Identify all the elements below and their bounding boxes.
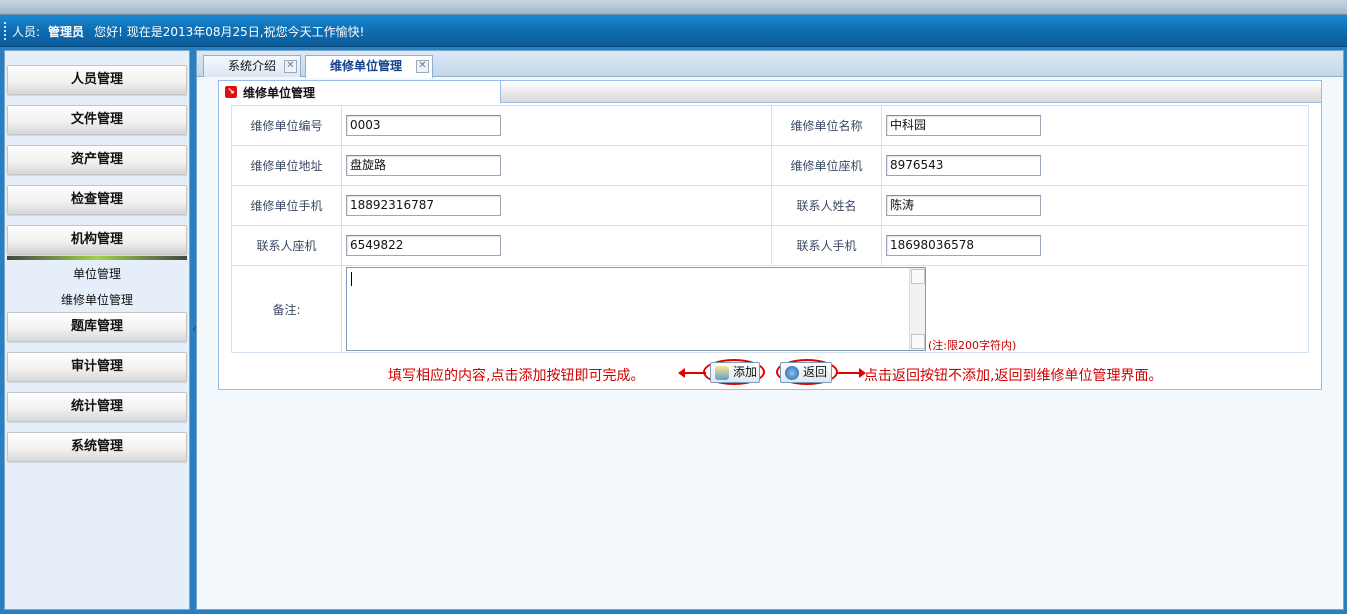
landline-label: 维修单位座机	[771, 145, 882, 186]
menu-inspection[interactable]: 检查管理	[7, 185, 187, 215]
remark-hint: (注:限200字符内)	[928, 339, 1017, 352]
text-caret	[351, 272, 352, 286]
tab-repair-unit-management[interactable]: 维修单位管理 ✕	[305, 55, 433, 78]
back-icon	[785, 366, 799, 380]
panel-title: 维修单位管理	[243, 86, 316, 100]
mobile-label: 维修单位手机	[231, 185, 342, 226]
user-name: 管理员	[48, 25, 85, 39]
user-greeting: 人员: 管理员 您好! 现在是2013年08月25日,祝您今天工作愉快!	[12, 23, 364, 40]
annotation-back: 点击返回按钮不添加,返回到维修单位管理界面。	[864, 368, 1163, 384]
annotation-add: 填写相应的内容,点击添加按钮即可完成。	[388, 368, 645, 384]
menu-system[interactable]: 系统管理	[7, 432, 187, 462]
tab-system-intro[interactable]: 系统介绍 ✕	[203, 55, 301, 77]
header-bar: 人员: 管理员 您好! 现在是2013年08月25日,祝您今天工作愉快!	[0, 15, 1347, 47]
tab-label: 系统介绍	[228, 59, 277, 73]
panel-header: ↘ 维修单位管理	[219, 81, 1321, 103]
repair-unit-form: 维修单位编号 0003 维修单位名称 中科园 维修单位地址 盘旋路 维修单位座机…	[231, 105, 1309, 353]
user-prefix: 人员:	[12, 25, 41, 39]
sub-item-unit[interactable]: 单位管理	[7, 265, 187, 282]
address-label: 维修单位地址	[231, 145, 342, 186]
sidebar: 人员管理 文件管理 资产管理 检查管理 机构管理 单位管理 维修单位管理 题库管…	[4, 50, 190, 610]
remark-label: 备注:	[231, 265, 342, 353]
name-label: 维修单位名称	[771, 105, 882, 146]
arrow-box-icon: ↘	[225, 86, 237, 98]
back-button[interactable]: 返回	[780, 362, 832, 383]
scroll-down-icon[interactable]	[911, 334, 925, 349]
remark-textarea[interactable]	[346, 267, 926, 351]
back-button-label: 返回	[803, 365, 828, 379]
sub-item-repair-unit[interactable]: 维修单位管理	[7, 291, 187, 308]
code-input[interactable]: 0003	[346, 115, 501, 136]
contact-mobile-label: 联系人手机	[771, 225, 882, 266]
main-area: 系统介绍 ✕ 维修单位管理 ✕ ↘ 维修单位管理 维修单位编号 0003 维修单…	[196, 50, 1344, 610]
active-menu-bar	[7, 256, 187, 260]
greeting-text: 您好! 现在是2013年08月25日,祝您今天工作愉快!	[94, 25, 365, 39]
contact-name-input[interactable]: 陈涛	[886, 195, 1041, 216]
menu-organization[interactable]: 机构管理	[7, 225, 187, 255]
add-button-label: 添加	[733, 365, 758, 379]
tab-label: 维修单位管理	[330, 59, 403, 73]
textarea-scrollbar[interactable]	[909, 268, 925, 350]
contact-name-label: 联系人姓名	[771, 185, 882, 226]
menu-files[interactable]: 文件管理	[7, 105, 187, 135]
menu-assets[interactable]: 资产管理	[7, 145, 187, 175]
contact-mobile-input[interactable]: 18698036578	[886, 235, 1041, 256]
close-icon[interactable]: ✕	[416, 60, 429, 73]
menu-personnel[interactable]: 人员管理	[7, 65, 187, 95]
add-button[interactable]: 添加	[710, 362, 760, 383]
form-panel: ↘ 维修单位管理 维修单位编号 0003 维修单位名称 中科园 维修单位地址 盘…	[218, 80, 1322, 390]
contact-landline-label: 联系人座机	[231, 225, 342, 266]
contact-landline-input[interactable]: 6549822	[346, 235, 501, 256]
menu-question-bank[interactable]: 题库管理	[7, 312, 187, 342]
scroll-up-icon[interactable]	[911, 269, 925, 284]
add-icon	[715, 366, 729, 380]
address-input[interactable]: 盘旋路	[346, 155, 501, 176]
tab-bar: 系统介绍 ✕ 维修单位管理 ✕	[197, 51, 1343, 78]
panel-title-tab: ↘ 维修单位管理	[219, 81, 501, 103]
menu-audit[interactable]: 审计管理	[7, 352, 187, 382]
top-strip	[0, 0, 1347, 15]
code-label: 维修单位编号	[231, 105, 342, 146]
mobile-input[interactable]: 18892316787	[346, 195, 501, 216]
close-icon[interactable]: ✕	[284, 60, 297, 73]
menu-statistics[interactable]: 统计管理	[7, 392, 187, 422]
landline-input[interactable]: 8976543	[886, 155, 1041, 176]
name-input[interactable]: 中科园	[886, 115, 1041, 136]
arrow-right-icon	[838, 368, 866, 378]
grip-icon	[4, 22, 6, 40]
